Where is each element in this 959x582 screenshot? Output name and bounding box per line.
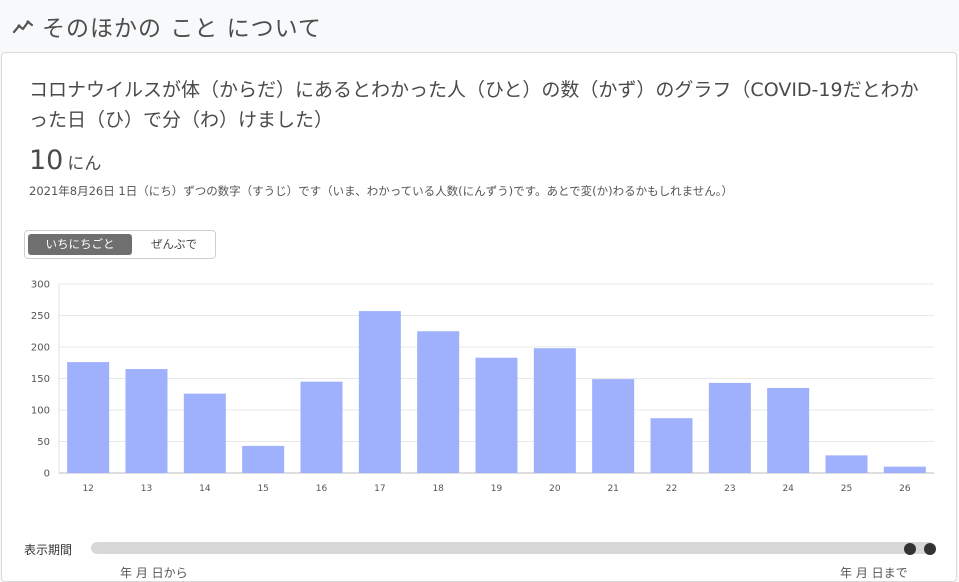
card-title: コロナウイルスが体（からだ）にあるとわかった人（ひと）の数（かず）のグラフ（CO…: [29, 79, 919, 131]
bar-20[interactable]: [533, 348, 576, 473]
bar-chart: 0 50 100 150 200 250 300 12 13 14 15 16 17 18 19 20 21 22…: [31, 280, 934, 494]
x-tick-label: 22: [666, 484, 677, 494]
range-end-date: 年 月 日まで: [840, 566, 908, 580]
x-tick-label: 24: [782, 484, 794, 494]
x-tick-label: 16: [316, 484, 328, 494]
x-tick-label: 12: [82, 484, 93, 494]
period-label: 表示期間: [24, 543, 73, 557]
period-slider-start-handle[interactable]: [904, 543, 916, 555]
range-start-date: 年 月 日から: [120, 566, 188, 580]
y-tick-label: 0: [44, 469, 50, 480]
x-tick-label: 20: [549, 484, 561, 494]
bar-15[interactable]: [242, 445, 285, 473]
y-tick-label: 200: [31, 343, 50, 354]
bar-17[interactable]: [358, 311, 401, 473]
line-chart-icon: [12, 20, 34, 34]
x-tick-label: 23: [724, 484, 735, 494]
x-tick-label: 17: [374, 484, 385, 494]
bar-19[interactable]: [475, 357, 518, 473]
latest-value-unit: にん: [67, 154, 102, 174]
x-tick-label: 18: [432, 484, 444, 494]
section-title: そのほかの こと について: [42, 16, 322, 42]
chart-card: コロナウイルスが体（からだ）にあるとわかった人（ひと）の数（かず）のグラフ（CO…: [1, 52, 957, 582]
bar-22[interactable]: [650, 418, 693, 473]
bar-24[interactable]: [767, 387, 810, 473]
date-note: 2021年8月26日 1日（にち）ずつの数字（すうじ）です（いま、わかっている人…: [29, 184, 734, 198]
chart-bars: [67, 311, 926, 473]
y-tick-label: 300: [31, 280, 50, 291]
x-tick-label: 26: [899, 484, 911, 494]
x-tick-label: 19: [491, 484, 503, 494]
period-slider-end-handle[interactable]: [924, 543, 936, 555]
x-tick-label: 13: [141, 484, 152, 494]
y-tick-label: 100: [31, 406, 50, 417]
bar-23[interactable]: [708, 382, 751, 473]
y-tick-label: 250: [31, 311, 50, 322]
x-tick-label: 21: [607, 484, 618, 494]
x-tick-label: 14: [199, 484, 211, 494]
latest-value: 10 にん: [29, 145, 101, 176]
section-header: そのほかの こと について: [0, 0, 959, 52]
period-slider-track[interactable]: [91, 542, 935, 554]
y-tick-label: 50: [37, 437, 50, 448]
bar-14[interactable]: [183, 393, 226, 473]
x-tick-label: 15: [257, 484, 268, 494]
bar-25[interactable]: [825, 455, 868, 473]
view-toggle: いちにちごと ぜんぶで: [24, 230, 216, 259]
toggle-daily-button[interactable]: いちにちごと: [28, 234, 132, 255]
bar-21[interactable]: [592, 379, 635, 473]
y-tick-label: 150: [31, 374, 50, 385]
bar-12[interactable]: [67, 362, 110, 473]
bar-26[interactable]: [883, 466, 926, 473]
bar-13[interactable]: [125, 369, 168, 473]
toggle-total-button[interactable]: ぜんぶで: [135, 234, 213, 255]
latest-value-number: 10: [29, 145, 64, 176]
x-tick-label: 25: [841, 484, 852, 494]
bar-18[interactable]: [417, 331, 460, 473]
bar-16[interactable]: [300, 381, 343, 473]
